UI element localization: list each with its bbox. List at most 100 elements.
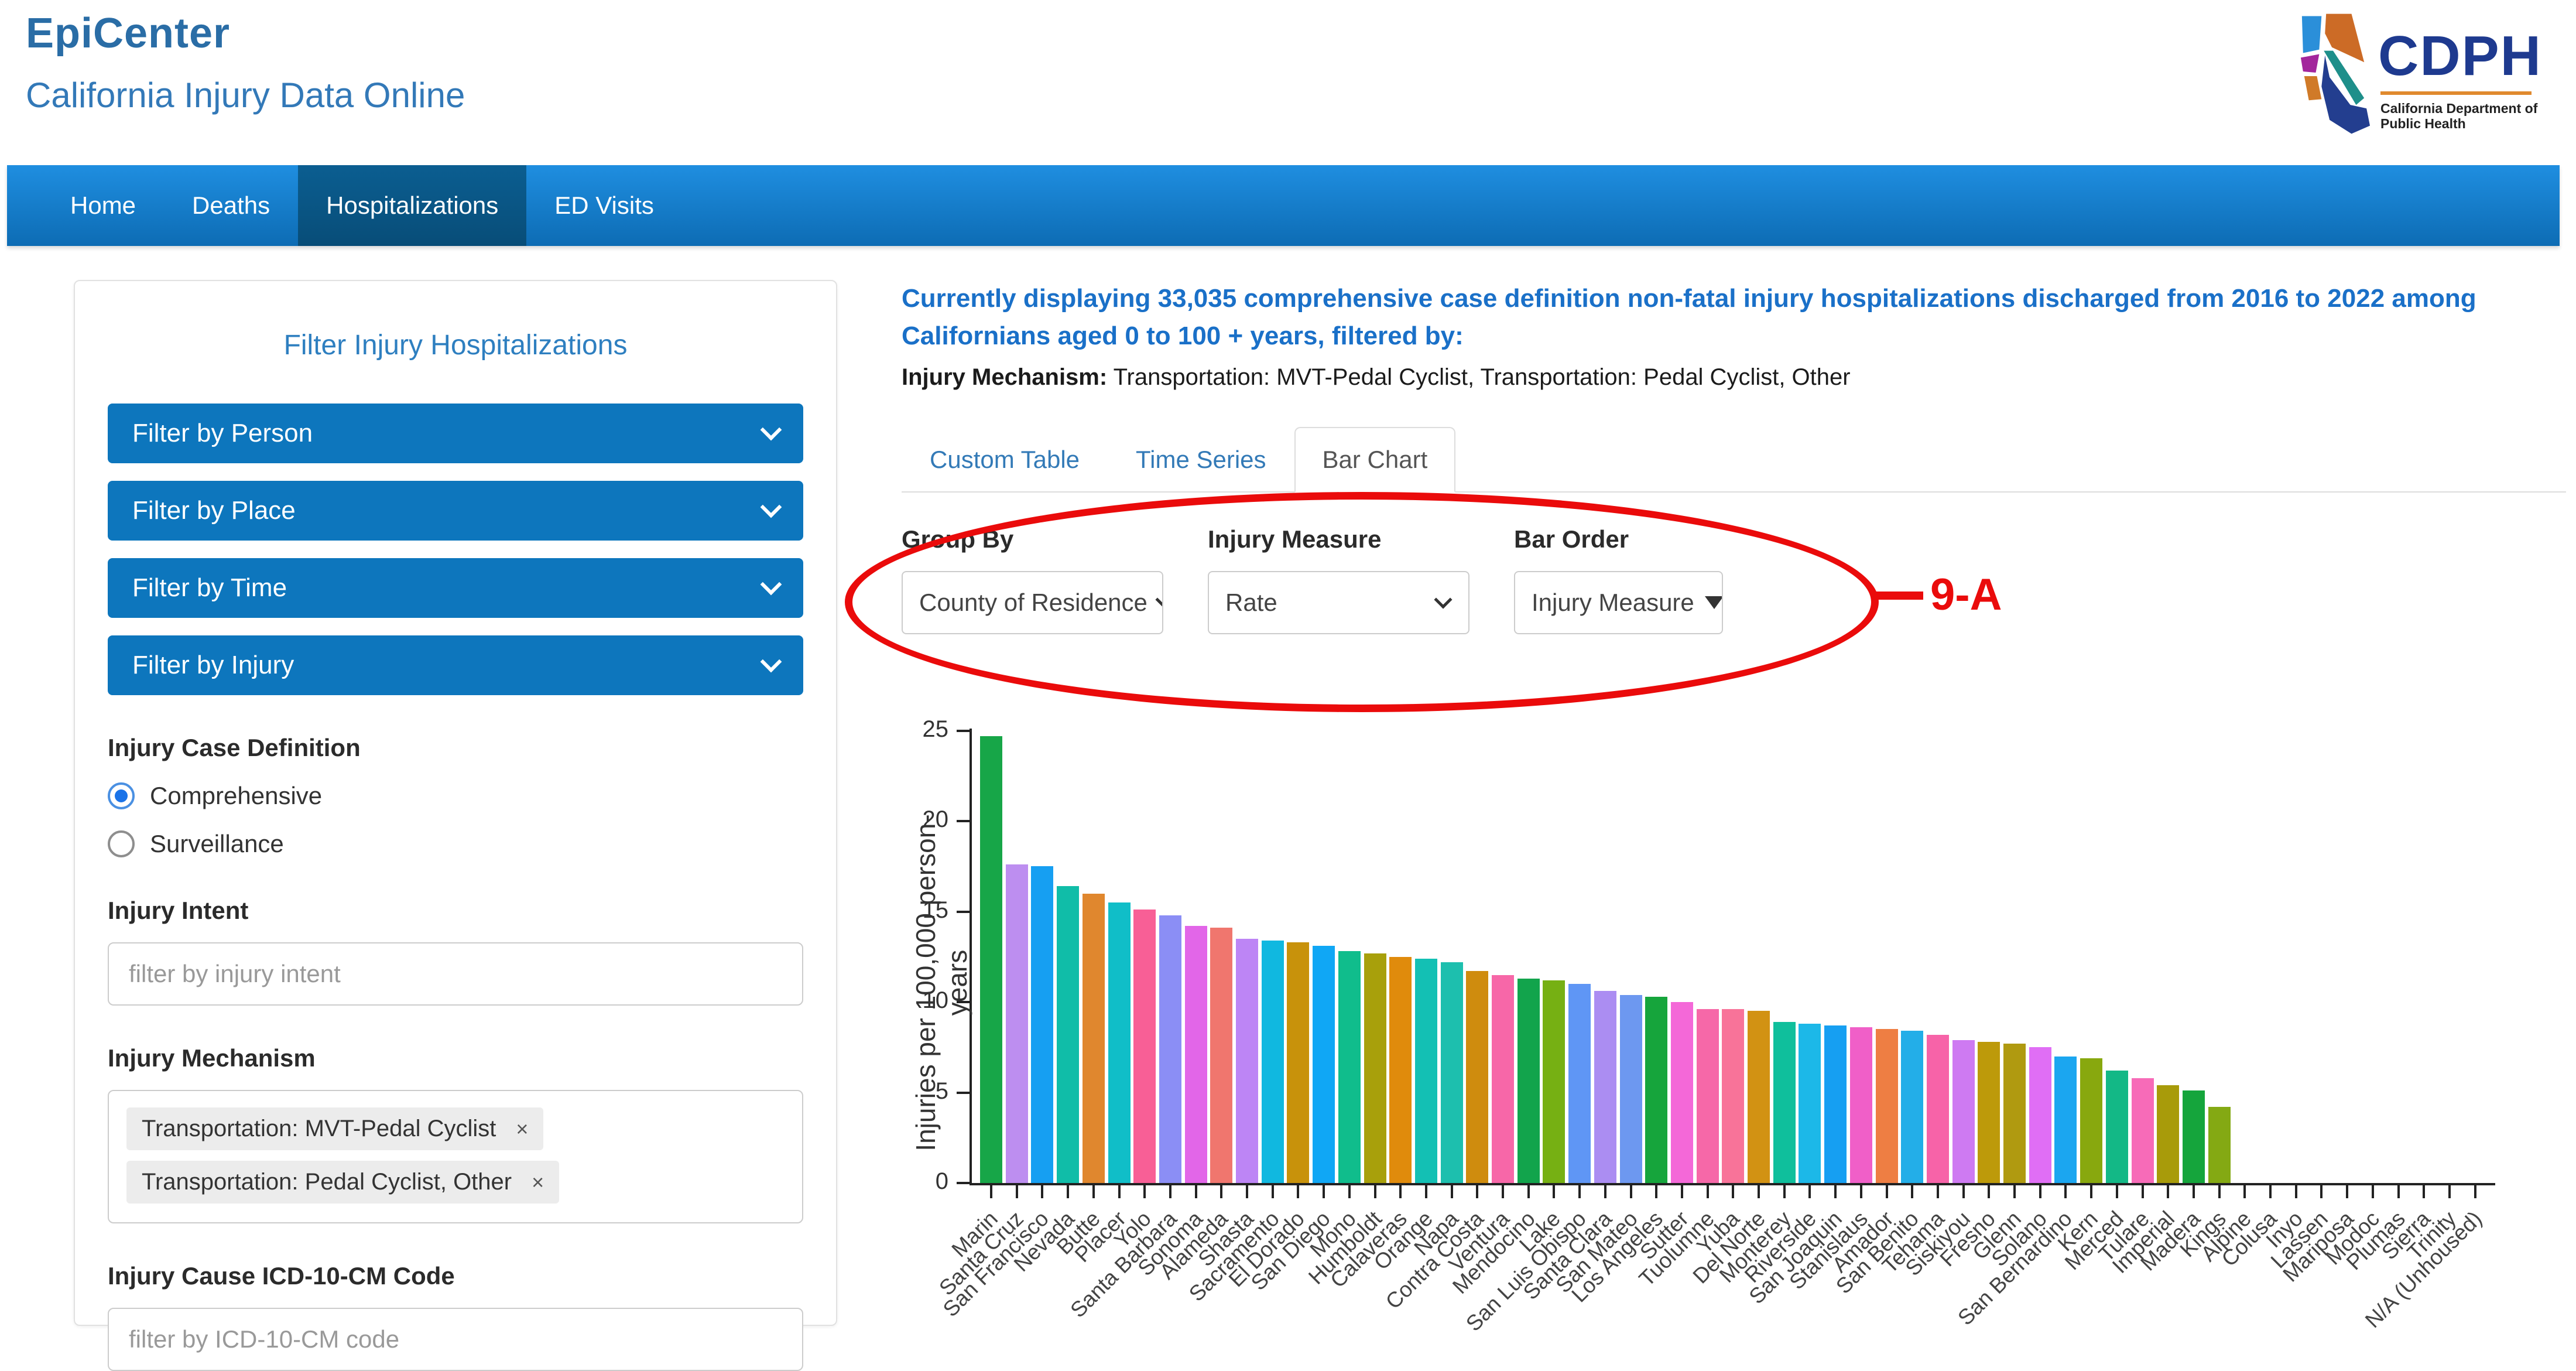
bar-yuba[interactable] (1722, 1009, 1744, 1183)
accordion-filter-by-person[interactable]: Filter by Person (108, 404, 803, 463)
bar-santa-cruz[interactable] (1006, 864, 1028, 1183)
x-axis-tick (1834, 1185, 1837, 1198)
bar-order-label: Bar Order (1514, 525, 1723, 553)
bar-kern[interactable] (2080, 1058, 2102, 1183)
bar-el-dorado[interactable] (1287, 942, 1309, 1183)
bar-san-joaquin[interactable] (1824, 1025, 1847, 1183)
x-axis-tick (2243, 1185, 2246, 1198)
x-axis-tick (1962, 1185, 1965, 1198)
bar-mendocino[interactable] (1517, 979, 1540, 1183)
bar-chart: 0510152025Injuries per 100,000 person-ye… (902, 726, 2576, 1338)
bar-nevada[interactable] (1057, 886, 1079, 1183)
bar-orange[interactable] (1415, 959, 1437, 1183)
bar-napa[interactable] (1441, 962, 1463, 1183)
x-axis-tick (2142, 1185, 2144, 1198)
nav-item-deaths[interactable]: Deaths (164, 165, 298, 246)
radio-surveillance[interactable]: Surveillance (108, 830, 803, 858)
chart-controls: Group By County of Residence Injury Meas… (902, 525, 2570, 634)
mechanism-tag: Transportation: Pedal Cyclist, Other × (126, 1161, 559, 1204)
x-axis-tick (1553, 1185, 1555, 1198)
accordion-filter-by-injury[interactable]: Filter by Injury (108, 635, 803, 695)
filter-sidebar: Filter Injury Hospitalizations Filter by… (74, 280, 837, 1326)
bar-ventura[interactable] (1492, 975, 1514, 1183)
group-by-select[interactable]: County of Residence (902, 571, 1163, 634)
bar-san-luis-obispo[interactable] (1568, 984, 1591, 1183)
bar-merced[interactable] (2106, 1071, 2128, 1183)
bar-butte[interactable] (1083, 894, 1105, 1183)
bar-santa-barbara[interactable] (1159, 915, 1181, 1183)
bar-yolo[interactable] (1133, 910, 1156, 1183)
bar-sutter[interactable] (1671, 1002, 1693, 1183)
x-axis-tick (1911, 1185, 1913, 1198)
x-axis-tick (1732, 1185, 1734, 1198)
bar-tuolumne[interactable] (1697, 1009, 1719, 1183)
bar-san-diego[interactable] (1313, 946, 1335, 1183)
bar-placer[interactable] (1108, 902, 1131, 1183)
bar-stanislaus[interactable] (1850, 1027, 1872, 1183)
injury-intent-input[interactable] (108, 942, 803, 1006)
bar-sacramento[interactable] (1262, 941, 1284, 1183)
icd-code-input[interactable] (108, 1308, 803, 1371)
bar-solano[interactable] (2029, 1047, 2051, 1183)
bar-san-mateo[interactable] (1620, 995, 1642, 1183)
bar-tulare[interactable] (2132, 1078, 2154, 1183)
bar-shasta[interactable] (1236, 939, 1258, 1183)
accordion-label: Filter by Place (132, 496, 296, 525)
tab-time-series[interactable]: Time Series (1108, 427, 1294, 493)
x-axis-tick (2346, 1185, 2348, 1198)
accordion-filter-by-place[interactable]: Filter by Place (108, 481, 803, 541)
bar-san-benito[interactable] (1901, 1031, 1923, 1183)
bar-los-angeles[interactable] (1645, 997, 1667, 1183)
bar-order-select[interactable]: Injury Measure (1514, 571, 1723, 634)
radio-comprehensive[interactable]: Comprehensive (108, 782, 803, 810)
bar-amador[interactable] (1876, 1029, 1898, 1183)
bar-fresno[interactable] (1978, 1042, 2000, 1183)
x-axis-tick (1860, 1185, 1862, 1198)
x-axis-tick (1808, 1185, 1811, 1198)
x-axis-tick (1886, 1185, 1888, 1198)
bar-mono[interactable] (1338, 951, 1361, 1183)
bar-tehama[interactable] (1927, 1035, 1949, 1183)
bar-san-bernardino[interactable] (2054, 1057, 2077, 1183)
bar-alameda[interactable] (1210, 928, 1232, 1183)
annotation-label: 9-A (1930, 569, 2002, 620)
x-axis-tick (1758, 1185, 1760, 1198)
tab-bar-chart[interactable]: Bar Chart (1294, 427, 1456, 493)
remove-tag-icon[interactable]: × (516, 1119, 528, 1140)
tab-custom-table[interactable]: Custom Table (902, 427, 1108, 493)
bar-imperial[interactable] (2157, 1085, 2179, 1183)
bar-marin[interactable] (980, 736, 1002, 1183)
injury-measure-label: Injury Measure (1208, 525, 1469, 553)
bar-glenn[interactable] (2003, 1044, 2026, 1183)
logo-caption-line2: Public Health (2380, 116, 2542, 131)
bar-san-francisco[interactable] (1031, 866, 1053, 1183)
bar-monterey[interactable] (1773, 1022, 1796, 1183)
bar-sonoma[interactable] (1185, 926, 1207, 1183)
x-axis-tick (2064, 1185, 2067, 1198)
bar-riverside[interactable] (1799, 1024, 1821, 1183)
bar-contra-costa[interactable] (1466, 971, 1488, 1183)
x-axis-tick (2397, 1185, 2400, 1198)
bar-del-norte[interactable] (1748, 1011, 1770, 1183)
accordion-filter-by-time[interactable]: Filter by Time (108, 558, 803, 618)
nav-item-home[interactable]: Home (42, 165, 164, 246)
bar-siskiyou[interactable] (1952, 1040, 1975, 1183)
bar-lake[interactable] (1543, 980, 1565, 1183)
injury-measure-value: Rate (1225, 589, 1277, 617)
logo-caption-line1: California Department of (2380, 101, 2542, 116)
injury-measure-select[interactable]: Rate (1208, 571, 1469, 634)
bar-kings[interactable] (2208, 1107, 2231, 1183)
injury-mechanism-box[interactable]: Transportation: MVT-Pedal Cyclist × Tran… (108, 1090, 803, 1223)
x-axis-tick (1323, 1185, 1325, 1198)
mechanism-tag: Transportation: MVT-Pedal Cyclist × (126, 1107, 543, 1150)
bar-humboldt[interactable] (1364, 953, 1386, 1183)
annotation-connector-line (1875, 592, 1923, 600)
bar-madera[interactable] (2183, 1090, 2205, 1183)
remove-tag-icon[interactable]: × (532, 1172, 544, 1193)
california-state-icon (2296, 12, 2372, 136)
bar-calaveras[interactable] (1389, 957, 1412, 1183)
case-definition-label: Injury Case Definition (108, 734, 803, 762)
bar-santa-clara[interactable] (1594, 991, 1616, 1183)
nav-item-hospitalizations[interactable]: Hospitalizations (298, 165, 526, 246)
nav-item-ed-visits[interactable]: ED Visits (526, 165, 682, 246)
